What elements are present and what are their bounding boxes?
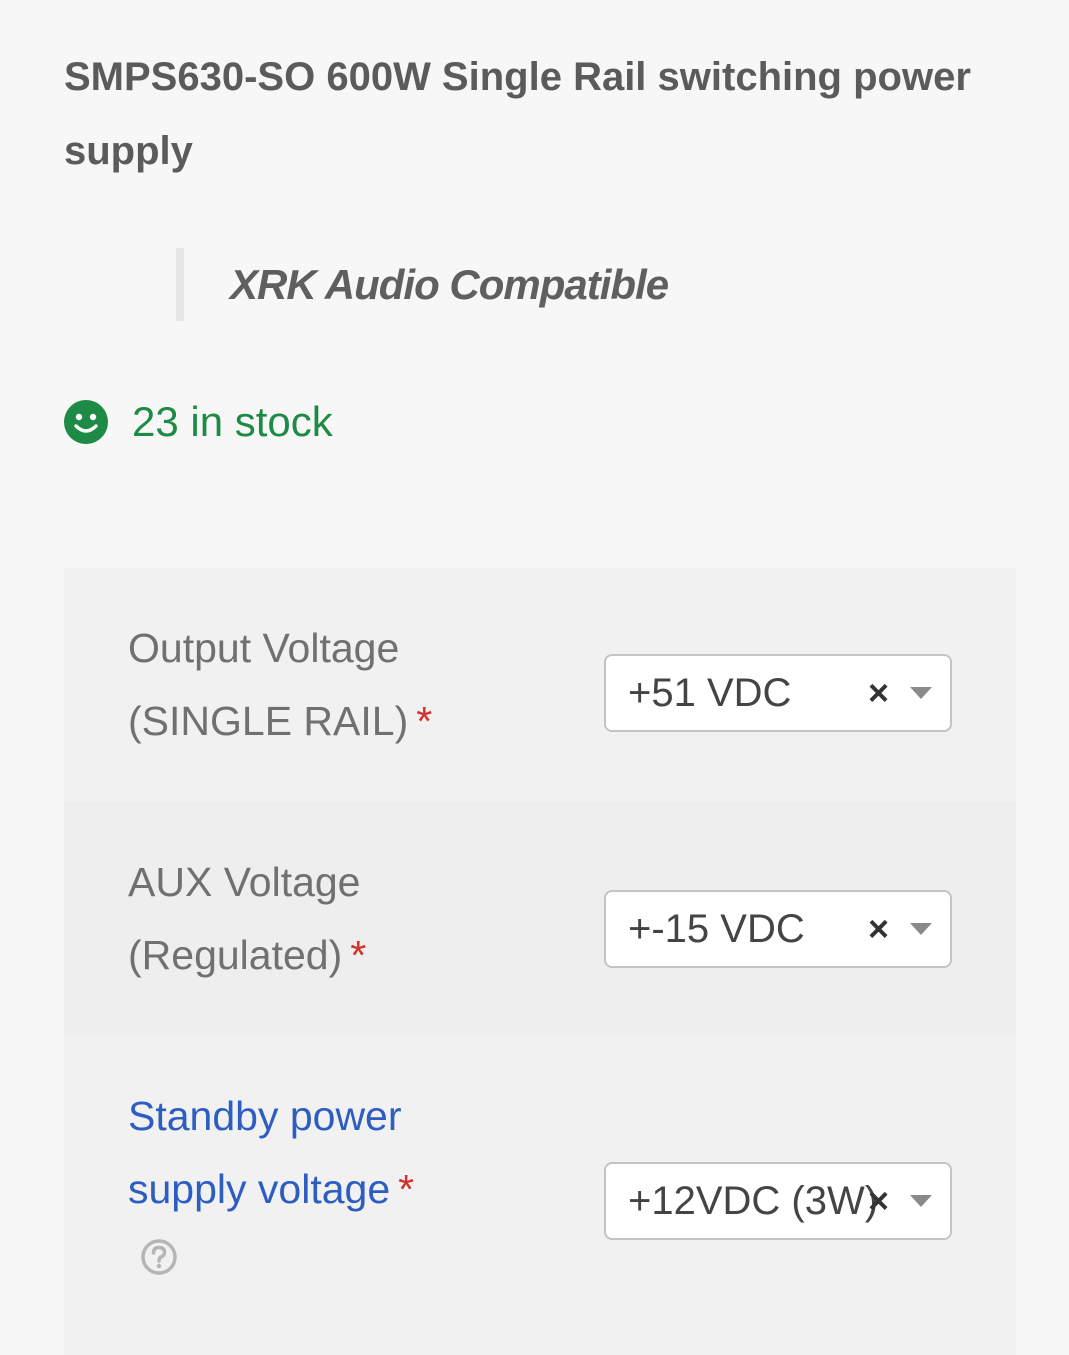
- option-label-text: AUX Voltage (Regulated): [128, 859, 361, 978]
- stock-text: 23 in stock: [132, 398, 333, 445]
- compatibility-quote: XRK Audio Compatible: [176, 248, 669, 321]
- compatibility-text: XRK Audio Compatible: [230, 261, 669, 308]
- clear-icon[interactable]: ×: [868, 1164, 889, 1238]
- product-title: SMPS630-SO 600W Single Rail switching po…: [64, 55, 971, 173]
- question-circle-icon[interactable]: [140, 1238, 178, 1276]
- smile-icon: [64, 400, 108, 444]
- option-label-output-voltage: Output Voltage (SINGLE RAIL) *: [128, 612, 458, 758]
- variation-options: Output Voltage (SINGLE RAIL) * +51 VDC × …: [64, 568, 1016, 1355]
- required-marker: *: [350, 932, 367, 978]
- standby-voltage-select[interactable]: +12VDC (3W) ×: [604, 1162, 952, 1240]
- required-marker: *: [398, 1166, 415, 1212]
- option-row-output-voltage: Output Voltage (SINGLE RAIL) * +51 VDC ×: [64, 568, 1016, 802]
- output-voltage-select[interactable]: +51 VDC ×: [604, 654, 952, 732]
- clear-icon[interactable]: ×: [868, 892, 889, 966]
- dropdown-arrow-icon[interactable]: [910, 923, 932, 935]
- dropdown-arrow-icon[interactable]: [910, 1195, 932, 1207]
- option-label-standby-voltage: Standby power supply voltage *: [128, 1080, 458, 1276]
- selected-value: +-15 VDC: [628, 907, 805, 951]
- selected-value: +51 VDC: [628, 671, 792, 715]
- option-label-link[interactable]: Standby power supply voltage: [128, 1093, 402, 1212]
- product-page: SMPS630-SO 600W Single Rail switching po…: [0, 0, 1069, 1355]
- option-row-standby-voltage: Standby power supply voltage * +12VDC (3W…: [64, 1036, 1016, 1355]
- stock-status: 23 in stock: [64, 394, 333, 450]
- option-label-text: Output Voltage (SINGLE RAIL): [128, 625, 409, 744]
- dropdown-arrow-icon[interactable]: [910, 687, 932, 699]
- option-label-aux-voltage: AUX Voltage (Regulated) *: [128, 846, 458, 992]
- clear-icon[interactable]: ×: [868, 656, 889, 730]
- option-row-aux-voltage: AUX Voltage (Regulated) * +-15 VDC ×: [64, 802, 1016, 1036]
- selected-value: +12VDC (3W): [628, 1179, 879, 1223]
- required-marker: *: [416, 698, 433, 744]
- aux-voltage-select[interactable]: +-15 VDC ×: [604, 890, 952, 968]
